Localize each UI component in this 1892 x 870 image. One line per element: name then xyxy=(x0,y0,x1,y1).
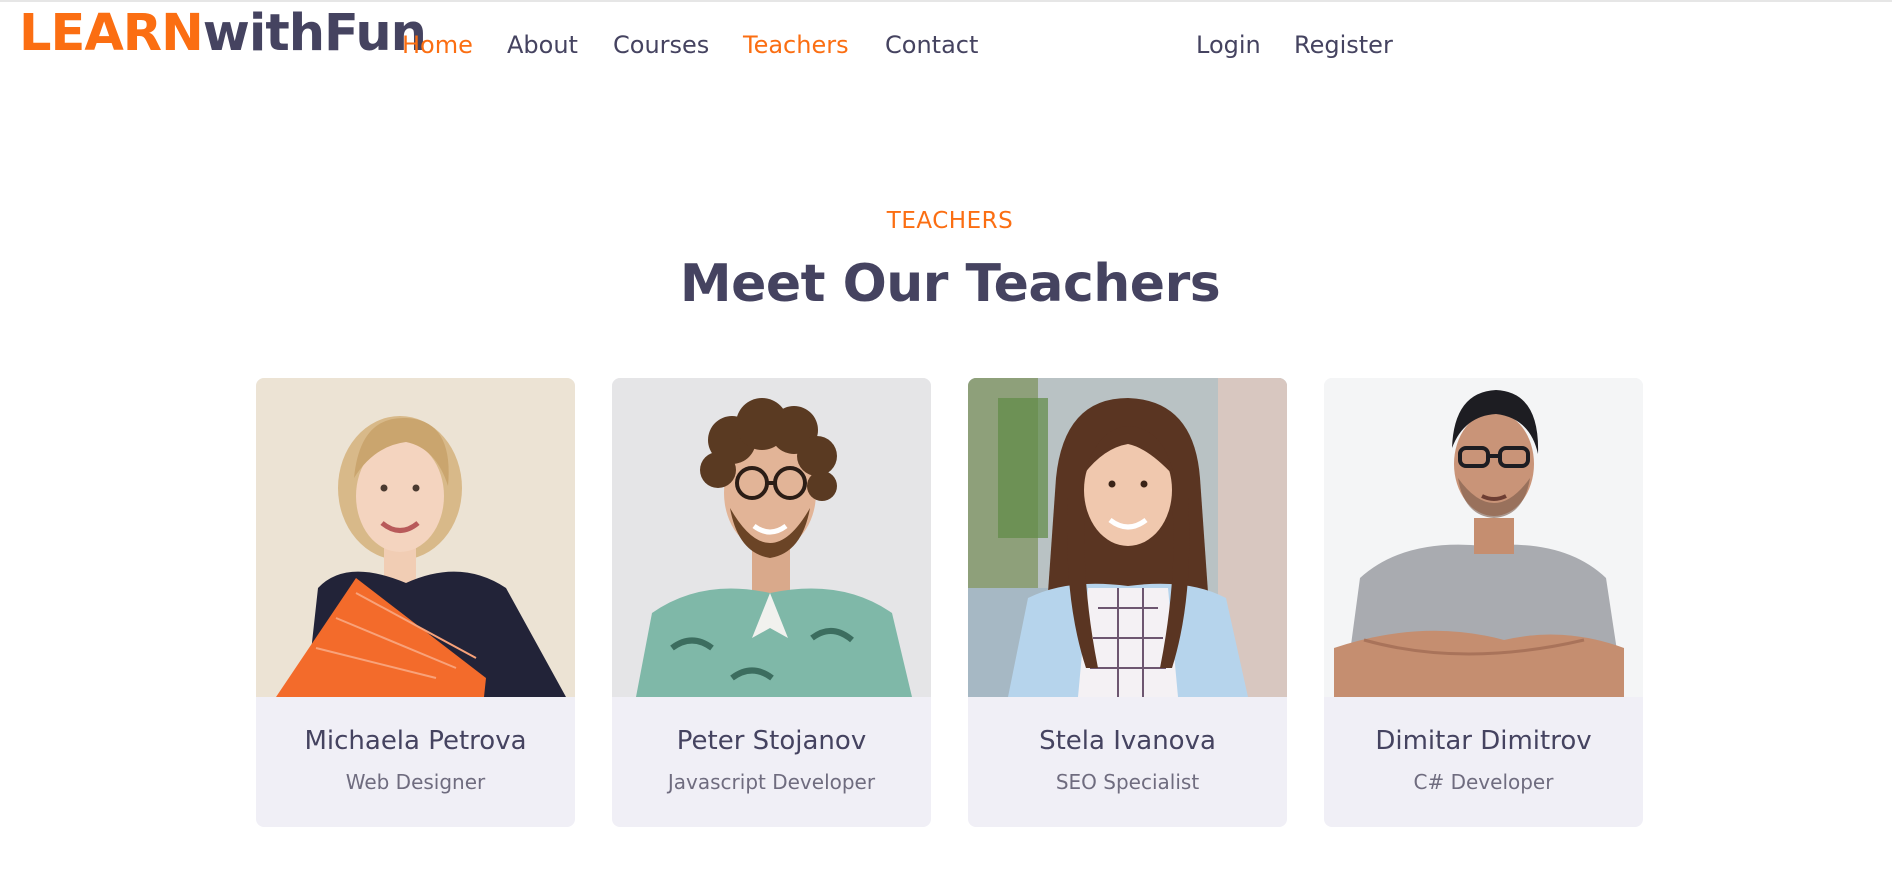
teacher-role: Javascript Developer xyxy=(667,770,876,794)
section-title: Meet Our Teachers xyxy=(679,254,1221,314)
site-header: LEARNwithFun Home About Courses Teachers… xyxy=(0,2,1892,92)
section-subtitle: TEACHERS xyxy=(886,208,1014,234)
logo-part-withfun: withFun xyxy=(202,4,427,63)
teacher-photo xyxy=(256,378,575,697)
teacher-role: SEO Specialist xyxy=(1055,770,1200,794)
nav-teachers[interactable]: Teachers xyxy=(743,30,849,60)
nav-login[interactable]: Login xyxy=(1196,30,1261,60)
teacher-name: Peter Stojanov xyxy=(676,726,867,756)
teacher-name: Dimitar Dimitrov xyxy=(1375,726,1592,756)
nav-contact[interactable]: Contact xyxy=(885,30,978,60)
teacher-role: Web Designer xyxy=(345,770,486,794)
nav-home[interactable]: Home xyxy=(402,30,473,60)
teacher-card[interactable]: Dimitar Dimitrov C# Developer xyxy=(1324,378,1643,827)
teacher-role: C# Developer xyxy=(1413,770,1554,794)
nav-register[interactable]: Register xyxy=(1294,30,1393,60)
teacher-photo-image xyxy=(1324,378,1643,697)
teacher-name: Michaela Petrova xyxy=(304,726,527,756)
teacher-photo xyxy=(612,378,931,697)
teacher-card[interactable]: Stela Ivanova SEO Specialist xyxy=(968,378,1287,827)
teacher-card[interactable]: Peter Stojanov Javascript Developer xyxy=(612,378,931,827)
logo-part-learn: LEARN xyxy=(19,4,204,63)
teacher-photo-image xyxy=(256,378,575,697)
teacher-name: Stela Ivanova xyxy=(1039,726,1216,756)
teacher-photo-image xyxy=(612,378,931,697)
nav-about[interactable]: About xyxy=(507,30,578,60)
logo[interactable]: LEARNwithFun xyxy=(19,4,427,64)
teacher-photo xyxy=(1324,378,1643,697)
teacher-photo xyxy=(968,378,1287,697)
nav-courses[interactable]: Courses xyxy=(613,30,709,60)
teacher-photo-image xyxy=(968,378,1287,697)
teacher-card[interactable]: Michaela Petrova Web Designer xyxy=(256,378,575,827)
